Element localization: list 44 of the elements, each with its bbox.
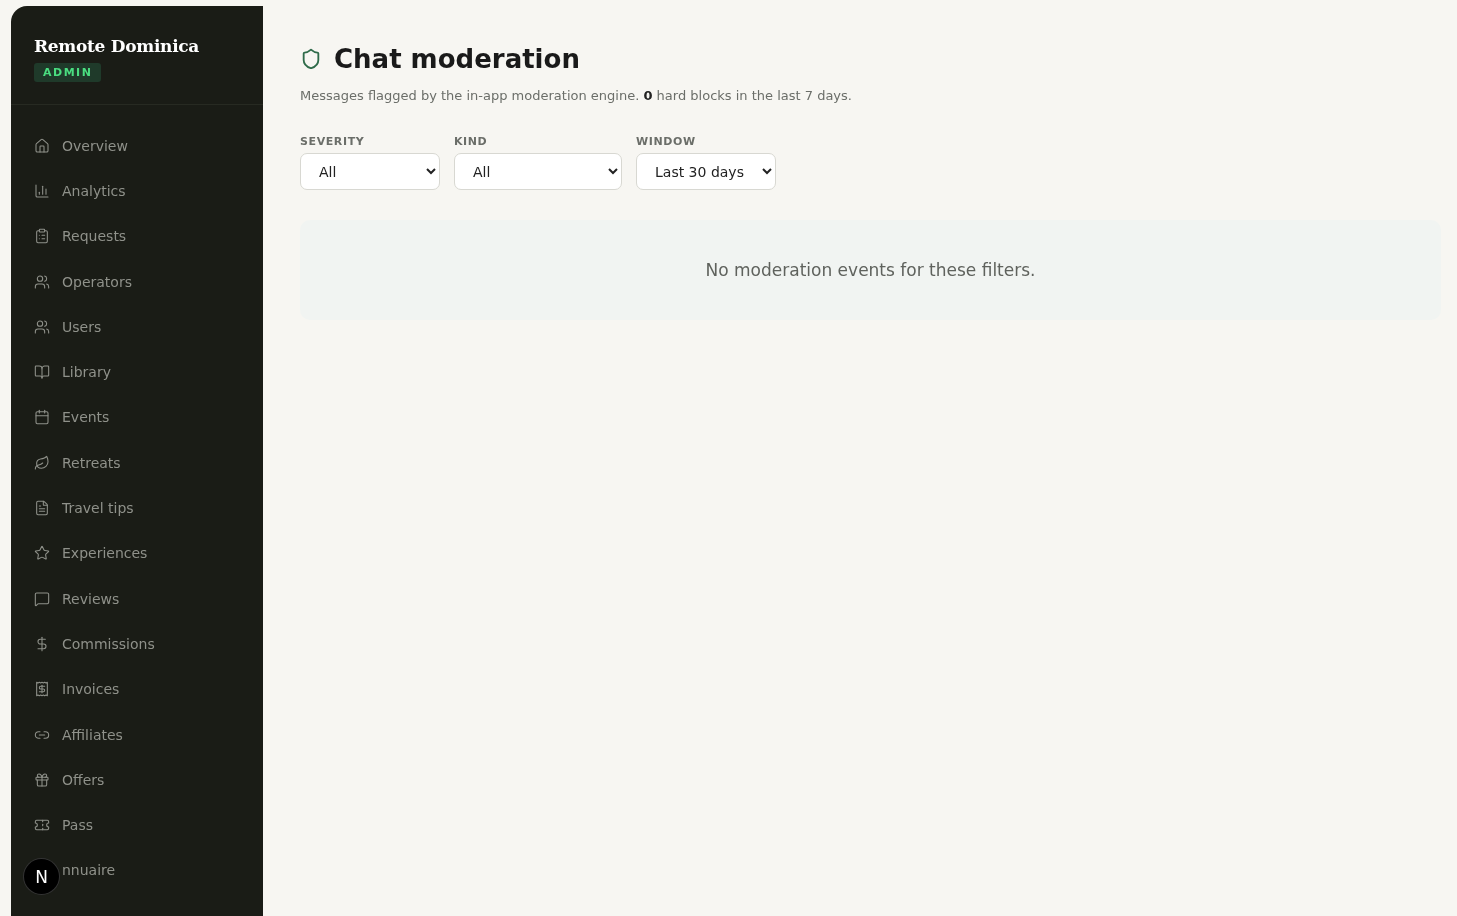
nav-item[interactable]: Requests (34, 213, 139, 259)
role-badge: ADMIN (34, 63, 102, 82)
document-icon (34, 500, 50, 516)
nav-item[interactable]: Reviews (34, 575, 132, 622)
star-icon (34, 545, 50, 562)
dev-badge[interactable]: N (24, 859, 59, 894)
page-subtitle: Messages flagged by the in-app moderation engine. 0 hard blocks in the last 7 days. (300, 88, 853, 103)
users-icon (34, 318, 50, 335)
nav-item[interactable]: Travel tips (34, 485, 146, 531)
nav-item[interactable]: Operators (34, 258, 144, 305)
nav-item[interactable]: Retreats (34, 440, 133, 486)
nav-item[interactable]: Overview (34, 123, 140, 169)
nav-item[interactable]: Invoices (34, 666, 132, 712)
nav-item[interactable]: Library (34, 349, 123, 395)
receipt-icon (34, 681, 50, 698)
clipboard-icon (34, 228, 50, 245)
page-title: Chat moderation (334, 44, 580, 74)
filter-select[interactable]: All (454, 153, 622, 190)
dollar-icon (34, 635, 50, 652)
chat-bubble-icon (34, 590, 50, 607)
calendar-icon (34, 409, 50, 426)
bar-chart-icon (34, 182, 50, 199)
filter-select[interactable]: Last 30 days (636, 153, 776, 190)
book-icon (34, 364, 50, 381)
filter-label: SEVERITY (300, 135, 366, 148)
nav-item[interactable]: Offers (34, 757, 117, 803)
nav-item[interactable]: Analytics (34, 168, 138, 214)
nav-item[interactable]: Commissions (34, 621, 167, 667)
house-icon (34, 137, 50, 154)
nav-item[interactable]: Users (34, 304, 114, 350)
nav-item[interactable]: Affiliates (34, 711, 135, 758)
gift-icon (34, 771, 50, 788)
filter-label: KIND (454, 135, 489, 148)
brand-name: Remote Dominica (34, 36, 201, 56)
nav-item[interactable]: Experiences (34, 530, 160, 576)
empty-state: No moderation events for these filters. (300, 220, 1441, 320)
nav-item[interactable]: Events (34, 394, 122, 441)
filter-label: WINDOW (636, 135, 697, 148)
nav-item[interactable]: nnuaire (62, 847, 128, 894)
filter-select[interactable]: All (300, 153, 440, 190)
nav-item[interactable]: Pass (34, 802, 105, 848)
leaf-icon (34, 454, 50, 471)
users-icon (34, 273, 50, 290)
shield-icon (300, 48, 322, 70)
